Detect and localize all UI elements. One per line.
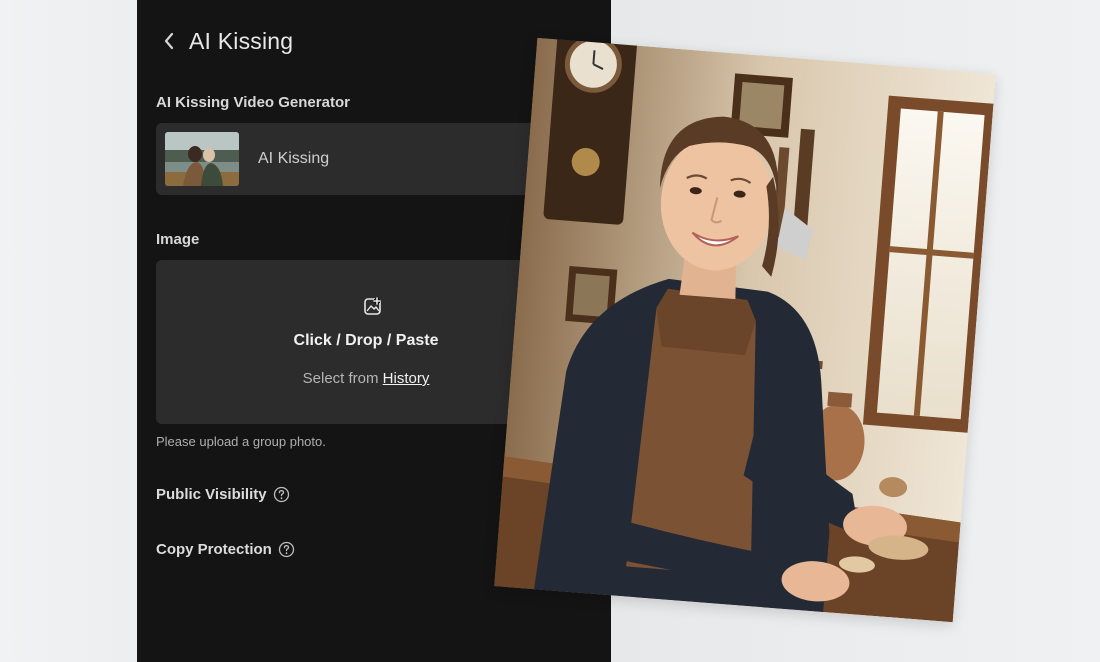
- template-name: AI Kissing: [258, 150, 330, 167]
- public-visibility-row: Public Visibility: [156, 486, 290, 503]
- copy-protection-label: Copy Protection: [156, 541, 272, 558]
- page-title: AI Kissing: [189, 27, 294, 54]
- back-button[interactable]: [159, 26, 179, 56]
- template-thumbnail: [165, 132, 239, 186]
- copy-protection-row: Copy Protection: [156, 541, 295, 558]
- history-link[interactable]: History: [383, 370, 430, 387]
- image-section-label: Image: [156, 231, 200, 248]
- upload-hint: Please upload a group photo.: [156, 434, 326, 449]
- public-visibility-label: Public Visibility: [156, 486, 267, 503]
- help-circle-icon[interactable]: [273, 486, 290, 503]
- generator-label: AI Kissing Video Generator: [156, 94, 350, 111]
- help-circle-icon[interactable]: [278, 541, 295, 558]
- chevron-left-icon: [164, 32, 174, 50]
- header: AI Kissing: [159, 26, 293, 56]
- sample-photo: [494, 37, 996, 623]
- image-add-icon: [363, 296, 383, 321]
- template-selector[interactable]: AI Kissing: [156, 123, 576, 195]
- upload-history-prefix: Select from: [302, 370, 383, 387]
